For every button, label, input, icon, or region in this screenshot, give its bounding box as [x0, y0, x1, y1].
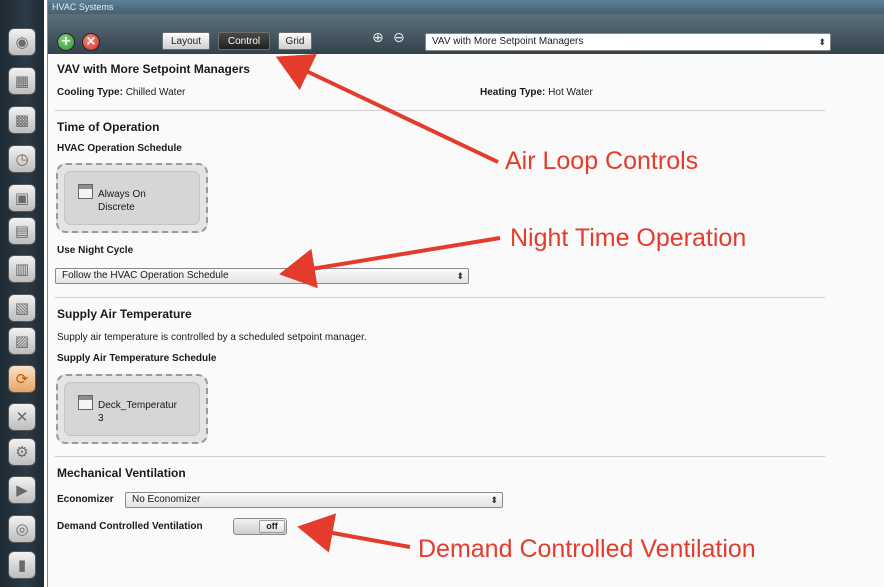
night-cycle-value: Follow the HVAC Operation Schedule	[62, 270, 229, 281]
schedule-icon	[78, 184, 93, 199]
schedule-name: Always On Discrete	[98, 188, 202, 214]
tab-layout[interactable]: Layout	[162, 32, 210, 50]
divider	[55, 456, 825, 457]
schedule-icon	[78, 395, 93, 410]
demand-controlled-ventilation-label: Demand Controlled Ventilation	[57, 521, 203, 532]
supply-air-temperature-schedule-label: Supply Air Temperature Schedule	[57, 353, 217, 364]
supply-air-temperature-heading: Supply Air Temperature	[57, 307, 192, 321]
schedule-card[interactable]: Deck_Temperatur 3	[64, 382, 200, 436]
heating-type: Heating Type: Hot Water	[480, 87, 593, 98]
space-types-icon[interactable]: ▤	[8, 217, 36, 245]
building-icon[interactable]: ▦	[8, 67, 36, 95]
heating-type-label: Heating Type:	[480, 87, 546, 98]
materials-icon[interactable]: ▩	[8, 106, 36, 134]
schedule-card[interactable]: Always On Discrete	[64, 171, 200, 225]
close-icon[interactable]: ×	[82, 33, 100, 51]
system-name: VAV with More Setpoint Managers	[57, 62, 250, 76]
mechanical-ventilation-heading: Mechanical Ventilation	[57, 466, 186, 480]
cooling-type-label: Cooling Type:	[57, 87, 123, 98]
sidebar: ◉ ▦ ▩ ◷ ▣ ▤ ▥ ▧ ▨ ⟳ ✕ ⚙ ▶ ◎ ▮	[0, 0, 44, 587]
schedule-name: Deck_Temperatur 3	[98, 399, 202, 425]
hvac-operation-schedule-dropzone[interactable]: Always On Discrete	[56, 163, 208, 233]
tab-control[interactable]: Control	[218, 32, 270, 50]
schedule-line-2: 3	[98, 413, 104, 424]
cooling-type: Cooling Type: Chilled Water	[57, 87, 185, 98]
plus-icon[interactable]: +	[57, 33, 75, 51]
heating-type-value: Hot Water	[548, 87, 593, 98]
select-arrows-icon: ⬍	[456, 271, 464, 281]
annotation-demand-controlled-ventilation: Demand Controlled Ventilation	[418, 535, 756, 563]
system-select-value: VAV with More Setpoint Managers	[432, 36, 584, 47]
economizer-value: No Economizer	[132, 494, 201, 505]
hvac-operation-schedule-label: HVAC Operation Schedule	[57, 143, 182, 154]
measures-icon[interactable]: ⚙	[8, 438, 36, 466]
facility-icon[interactable]: ▧	[8, 294, 36, 322]
night-cycle-select[interactable]: Follow the HVAC Operation Schedule ⬍	[55, 268, 469, 284]
system-select[interactable]: VAV with More Setpoint Managers ⬍	[425, 33, 831, 51]
divider	[55, 110, 825, 111]
spaces-icon[interactable]: ▨	[8, 327, 36, 355]
economizer-label: Economizer	[57, 494, 114, 505]
run-icon[interactable]: ▶	[8, 476, 36, 504]
dcv-toggle-state: off	[259, 520, 285, 533]
select-arrows-icon: ⬍	[490, 495, 498, 505]
supply-air-description: Supply air temperature is controlled by …	[57, 332, 367, 343]
zoom-out-icon[interactable]: ⊖	[393, 30, 405, 46]
location-icon[interactable]: ◉	[8, 28, 36, 56]
economizer-select[interactable]: No Economizer ⬍	[125, 492, 503, 508]
geometry-icon[interactable]: ▥	[8, 255, 36, 283]
divider	[55, 297, 825, 298]
schedule-line-1: Always On	[98, 189, 146, 200]
loads-icon[interactable]: ▣	[8, 184, 36, 212]
use-night-cycle-label: Use Night Cycle	[57, 245, 134, 256]
select-arrows-icon: ⬍	[818, 37, 826, 47]
tab-grid[interactable]: Grid	[278, 32, 312, 50]
cooling-type-value: Chilled Water	[125, 87, 186, 98]
tools-icon[interactable]: ✕	[8, 403, 36, 431]
hvac-systems-icon[interactable]: ⟳	[8, 365, 36, 393]
time-of-operation-heading: Time of Operation	[57, 120, 160, 134]
schedule-line-2: Discrete	[98, 202, 135, 213]
schedule-icon[interactable]: ◷	[8, 145, 36, 173]
output-icon[interactable]: ◎	[8, 515, 36, 543]
window-title: HVAC Systems	[48, 0, 884, 14]
annotation-night-time-operation: Night Time Operation	[510, 224, 747, 252]
dcv-toggle[interactable]: off	[233, 518, 287, 535]
zoom-in-icon[interactable]: ⊕	[372, 30, 384, 46]
supply-air-schedule-dropzone[interactable]: Deck_Temperatur 3	[56, 374, 208, 444]
results-icon[interactable]: ▮	[8, 551, 36, 579]
schedule-line-1: Deck_Temperatur	[98, 400, 177, 411]
annotation-air-loop-controls: Air Loop Controls	[505, 147, 699, 175]
